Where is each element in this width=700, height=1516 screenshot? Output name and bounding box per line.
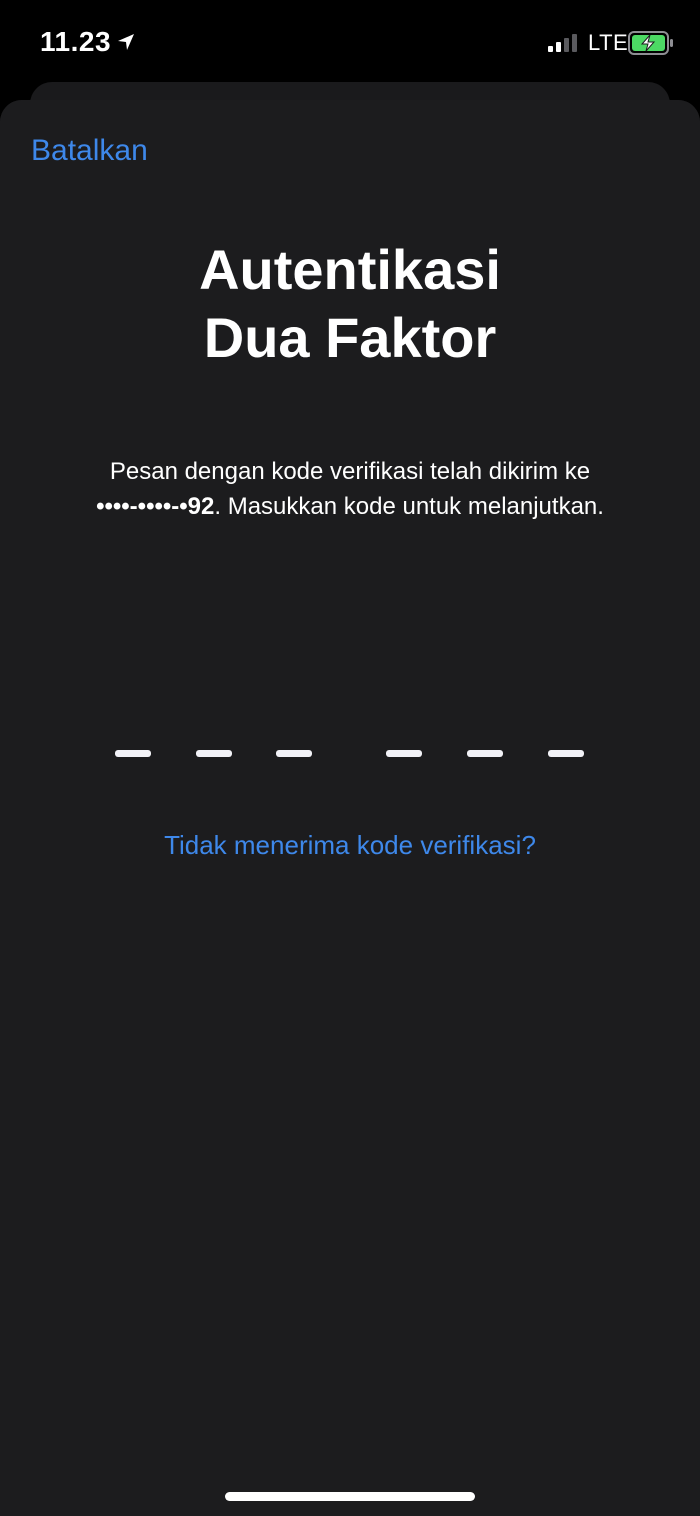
title-line-1: Autentikasi (199, 238, 501, 301)
code-digit-slot-6[interactable] (548, 750, 584, 757)
sheet-content: Autentikasi Dua Faktor Pesan dengan kode… (0, 204, 700, 1516)
page-title: Autentikasi Dua Faktor (0, 236, 700, 372)
two-factor-sheet: Batalkan Autentikasi Dua Faktor Pesan de… (0, 100, 700, 1516)
code-digit-slot-2[interactable] (196, 750, 232, 757)
masked-phone-number: ••••-••••-•92 (96, 493, 215, 520)
code-digit-slot-3[interactable] (276, 750, 312, 757)
code-digit-slot-1[interactable] (115, 750, 151, 757)
cancel-button[interactable]: Batalkan (31, 134, 148, 168)
code-digit-slot-5[interactable] (467, 750, 503, 757)
status-time: 11.23 (40, 26, 112, 57)
battery-charging-icon (628, 31, 673, 55)
title-line-2: Dua Faktor (203, 306, 497, 369)
message-text-before: Pesan dengan kode verifikasi telah dikir… (109, 458, 591, 485)
network-type-label: LTE (588, 30, 629, 55)
code-digit-slot-4[interactable] (386, 750, 422, 757)
status-bar: 11.23 LTE (0, 0, 700, 82)
location-arrow-icon (118, 34, 134, 50)
message-text-after: . Masukkan kode untuk melanjutkan. (214, 493, 604, 520)
signal-strength-icon (548, 34, 577, 52)
resend-code-link[interactable]: Tidak menerima kode verifikasi? (0, 830, 700, 861)
home-indicator[interactable] (225, 1492, 475, 1501)
verification-code-input[interactable] (0, 740, 700, 770)
navigation-bar: Batalkan (0, 100, 700, 205)
verification-message: Pesan dengan kode verifikasi telah dikir… (30, 454, 670, 524)
